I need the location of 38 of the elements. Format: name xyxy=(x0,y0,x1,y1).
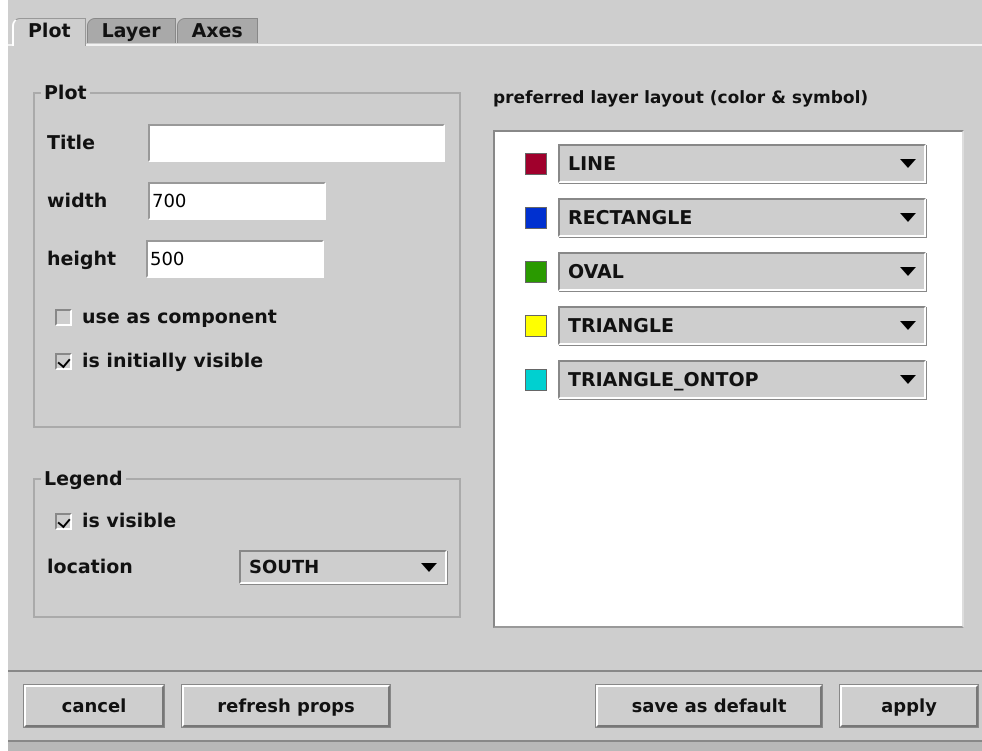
button[interactable]: save as default xyxy=(596,685,822,727)
checkbox[interactable] xyxy=(55,352,72,370)
color-swatch[interactable] xyxy=(525,368,547,390)
color-swatch[interactable] xyxy=(525,152,547,174)
dropdown[interactable]: RECTANGLE xyxy=(558,198,926,237)
checkbox-label: is initially visible xyxy=(82,350,264,372)
input-field[interactable]: 500 xyxy=(146,240,324,278)
input-field[interactable]: 700 xyxy=(148,182,326,220)
checkbox-label: use as component xyxy=(82,306,277,328)
color-swatch[interactable] xyxy=(525,314,547,336)
button[interactable]: refresh props xyxy=(182,685,390,727)
tab[interactable]: Axes xyxy=(176,18,258,43)
field-label: Title xyxy=(47,132,96,154)
dropdown[interactable]: OVAL xyxy=(558,252,926,291)
caret-icon xyxy=(900,267,916,276)
dropdown[interactable]: LINE xyxy=(558,144,926,183)
section-title: preferred layer layout (color & symbol) xyxy=(493,88,870,108)
tab[interactable]: Plot xyxy=(12,18,86,46)
checkbox[interactable] xyxy=(55,512,72,530)
caret-icon xyxy=(900,321,916,330)
checkbox[interactable] xyxy=(55,308,72,326)
dropdown[interactable]: TRIANGLE xyxy=(558,306,926,345)
color-swatch[interactable] xyxy=(525,206,547,228)
field-label: location xyxy=(47,556,133,578)
input-field[interactable] xyxy=(148,124,445,162)
checkbox-label: is visible xyxy=(82,510,176,532)
caret-icon xyxy=(900,213,916,222)
button[interactable]: apply xyxy=(840,685,978,727)
caret-icon xyxy=(421,562,437,572)
color-swatch[interactable] xyxy=(525,260,547,282)
caret-icon xyxy=(900,159,916,168)
field-label: width xyxy=(47,190,108,212)
tab[interactable]: Layer xyxy=(86,18,176,43)
caret-icon xyxy=(900,375,916,384)
dropdown[interactable]: TRIANGLE_ONTOP xyxy=(558,360,926,399)
button[interactable]: cancel xyxy=(24,685,164,727)
field-label: height xyxy=(47,248,118,270)
dropdown[interactable]: SOUTH xyxy=(239,550,447,584)
